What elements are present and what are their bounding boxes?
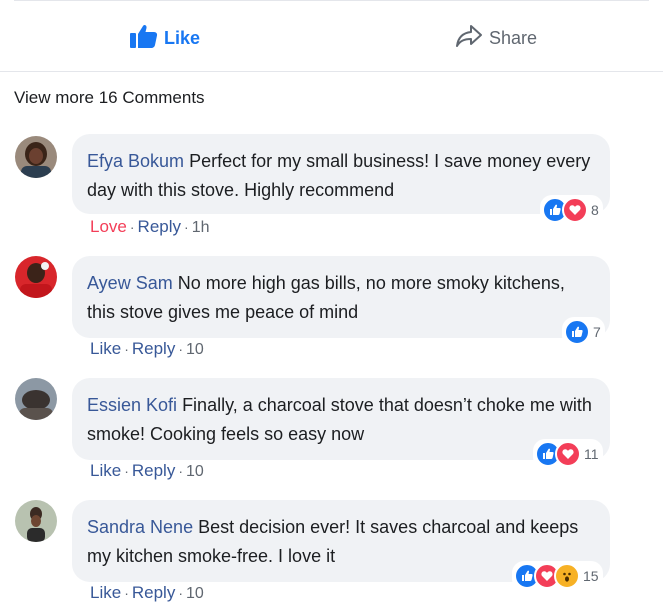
separator-dot: · [124, 585, 129, 601]
separator-dot: · [178, 341, 183, 357]
reaction-count: 15 [583, 568, 599, 584]
view-more-comments-link[interactable]: View more 16 Comments [14, 88, 205, 108]
reply-link[interactable]: Reply [138, 217, 181, 237]
separator-dot: · [129, 219, 135, 235]
wow-icon [554, 563, 580, 589]
comment-bubble: Essien Kofi Finally, a charcoal stove th… [72, 378, 610, 460]
separator-dot: · [178, 463, 183, 479]
comment-bubble: Efya Bokum Perfect for my small business… [72, 134, 610, 214]
love-icon [562, 197, 588, 223]
comment-meta: Like · Reply · 10 [90, 461, 204, 481]
like-link[interactable]: Like [90, 461, 121, 481]
reaction-count: 8 [591, 202, 599, 218]
like-button[interactable]: Like [130, 24, 200, 53]
reply-link[interactable]: Reply [132, 339, 175, 359]
reaction-summary[interactable]: 11 [533, 439, 603, 469]
top-divider [14, 0, 649, 1]
avatar[interactable] [15, 500, 57, 542]
reply-link[interactable]: Reply [132, 583, 175, 603]
reaction-count: 7 [593, 324, 601, 340]
action-bar-divider [0, 71, 663, 72]
avatar[interactable] [15, 136, 57, 178]
avatar[interactable] [15, 378, 57, 420]
separator-dot: · [184, 219, 189, 235]
separator-dot: · [178, 585, 183, 601]
share-label: Share [489, 28, 538, 48]
comment-time[interactable]: 10 [186, 463, 204, 481]
love-reaction-link[interactable]: Love [90, 217, 127, 237]
like-icon [564, 319, 590, 345]
reaction-summary[interactable]: 15 [512, 561, 603, 591]
separator-dot: · [124, 463, 129, 479]
reaction-summary[interactable]: 8 [540, 195, 603, 225]
comment-author[interactable]: Efya Bokum [87, 151, 184, 171]
like-link[interactable]: Like [90, 583, 121, 603]
comment-meta: Like · Reply · 10 [90, 339, 204, 359]
comment-bubble: Ayew Sam No more high gas bills, no more… [72, 256, 610, 338]
thumbs-up-icon [130, 24, 158, 53]
love-icon [555, 441, 581, 467]
like-label: Like [164, 28, 201, 48]
comment-meta: Love · Reply · 1h [90, 217, 209, 237]
reaction-summary[interactable]: 7 [562, 317, 605, 347]
reply-link[interactable]: Reply [132, 461, 175, 481]
comment-author[interactable]: Sandra Nene [87, 517, 193, 537]
comment-author[interactable]: Ayew Sam [87, 273, 173, 293]
share-button[interactable]: Share [455, 24, 537, 53]
separator-dot: · [124, 341, 129, 357]
comment-time[interactable]: 1h [192, 219, 210, 237]
comment-meta: Like · Reply · 10 [90, 583, 204, 603]
comment-author[interactable]: Essien Kofi [87, 395, 177, 415]
share-arrow-icon [455, 24, 483, 53]
avatar[interactable] [15, 256, 57, 298]
comment-time[interactable]: 10 [186, 585, 204, 603]
comment-time[interactable]: 10 [186, 341, 204, 359]
post-action-bar: Like Share [0, 14, 663, 70]
like-link[interactable]: Like [90, 339, 121, 359]
reaction-count: 11 [584, 446, 599, 462]
